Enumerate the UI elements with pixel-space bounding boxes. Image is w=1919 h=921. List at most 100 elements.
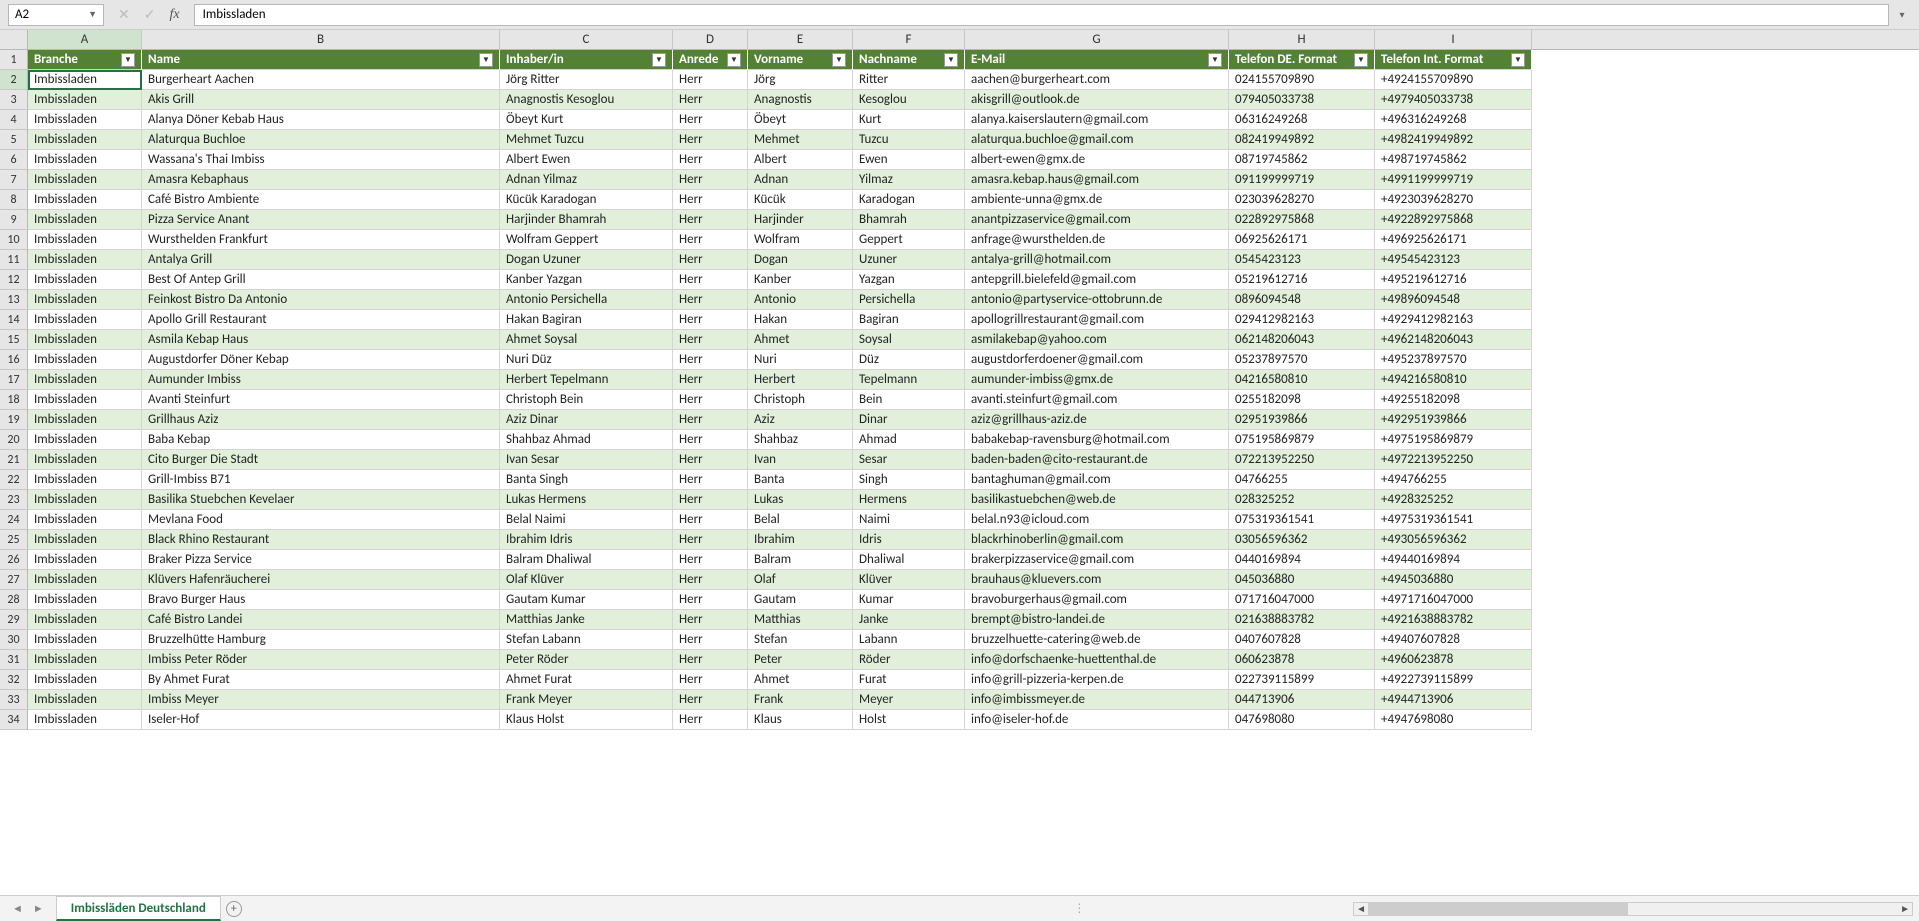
row-header[interactable]: 5 — [0, 130, 28, 150]
column-header[interactable]: C — [500, 30, 673, 49]
filter-dropdown-icon[interactable]: ▼ — [652, 53, 666, 67]
horizontal-scrollbar[interactable]: ◄ ► — [1090, 896, 1919, 921]
cell[interactable]: Imbissladen — [28, 570, 142, 590]
cell[interactable]: Kesoglou — [853, 90, 965, 110]
cell[interactable]: 075195869879 — [1229, 430, 1375, 450]
cell[interactable]: Augustdorfer Döner Kebap — [142, 350, 500, 370]
row-header[interactable]: 2 — [0, 70, 28, 90]
cell[interactable]: Balram Dhaliwal — [500, 550, 673, 570]
cell[interactable]: Basilika Stuebchen Kevelaer — [142, 490, 500, 510]
cell[interactable]: Ivan — [748, 450, 853, 470]
cell[interactable]: Herr — [673, 610, 748, 630]
row-header[interactable]: 21 — [0, 450, 28, 470]
cell[interactable]: Aziz — [748, 410, 853, 430]
cell[interactable]: Iseler-Hof — [142, 710, 500, 730]
cell[interactable]: info@dorfschaenke-huettenthal.de — [965, 650, 1229, 670]
cell[interactable]: Herr — [673, 590, 748, 610]
cell[interactable]: Burgerheart Aachen — [142, 70, 500, 90]
cell[interactable]: +493056596362 — [1375, 530, 1532, 550]
cell[interactable]: +498719745862 — [1375, 150, 1532, 170]
cell[interactable]: antalya-grill@hotmail.com — [965, 250, 1229, 270]
cell[interactable]: Herr — [673, 690, 748, 710]
cell[interactable]: Frank Meyer — [500, 690, 673, 710]
cell[interactable]: +4929412982163 — [1375, 310, 1532, 330]
cell[interactable]: Wursthelden Frankfurt — [142, 230, 500, 250]
row-header[interactable]: 28 — [0, 590, 28, 610]
row-header[interactable]: 20 — [0, 430, 28, 450]
cell[interactable]: Naimi — [853, 510, 965, 530]
cell[interactable]: Peter Röder — [500, 650, 673, 670]
cell[interactable]: 04766255 — [1229, 470, 1375, 490]
cell[interactable]: Matthias — [748, 610, 853, 630]
cell[interactable]: Banta Singh — [500, 470, 673, 490]
row-header[interactable]: 33 — [0, 690, 28, 710]
cell[interactable]: Alaturqua Buchloe — [142, 130, 500, 150]
cell[interactable]: Imbissladen — [28, 670, 142, 690]
cell[interactable]: Mevlana Food — [142, 510, 500, 530]
cell[interactable]: Antonio Persichella — [500, 290, 673, 310]
cell[interactable]: 072213952250 — [1229, 450, 1375, 470]
cell[interactable]: 023039628270 — [1229, 190, 1375, 210]
cell[interactable]: +49440169894 — [1375, 550, 1532, 570]
cell[interactable]: Harjinder Bhamrah — [500, 210, 673, 230]
cell[interactable]: Kurt — [853, 110, 965, 130]
column-header[interactable]: B — [142, 30, 500, 49]
cell[interactable]: Ritter — [853, 70, 965, 90]
filter-dropdown-icon[interactable]: ▼ — [1208, 53, 1222, 67]
name-box[interactable]: A2 ▼ — [8, 4, 104, 26]
cell[interactable]: Herr — [673, 550, 748, 570]
cell[interactable]: Herr — [673, 370, 748, 390]
chevron-down-icon[interactable]: ▼ — [88, 9, 97, 20]
row-header[interactable]: 13 — [0, 290, 28, 310]
cell[interactable]: Herr — [673, 630, 748, 650]
cell[interactable]: Banta — [748, 470, 853, 490]
cell[interactable]: Bruzzelhütte Hamburg — [142, 630, 500, 650]
cell[interactable]: Antalya Grill — [142, 250, 500, 270]
cell[interactable]: Akis Grill — [142, 90, 500, 110]
column-header[interactable]: E — [748, 30, 853, 49]
cell[interactable]: Dogan — [748, 250, 853, 270]
cell[interactable]: Pizza Service Anant — [142, 210, 500, 230]
cell[interactable]: 028325252 — [1229, 490, 1375, 510]
cell[interactable]: basilikastuebchen@web.de — [965, 490, 1229, 510]
cell[interactable]: Peter — [748, 650, 853, 670]
cell[interactable]: blackrhinoberlin@gmail.com — [965, 530, 1229, 550]
cell[interactable]: +494766255 — [1375, 470, 1532, 490]
row-header[interactable]: 34 — [0, 710, 28, 730]
cell[interactable]: Grill-Imbiss B71 — [142, 470, 500, 490]
cell[interactable]: baden-baden@cito-restaurant.de — [965, 450, 1229, 470]
cell[interactable]: +492951939866 — [1375, 410, 1532, 430]
cell[interactable]: +4921638883782 — [1375, 610, 1532, 630]
cell[interactable]: Hakan — [748, 310, 853, 330]
cell[interactable]: Belal Naimi — [500, 510, 673, 530]
cell[interactable]: Imbissladen — [28, 410, 142, 430]
column-header[interactable]: D — [673, 30, 748, 49]
cell[interactable]: Stefan — [748, 630, 853, 650]
cell[interactable]: Herr — [673, 90, 748, 110]
row-header[interactable]: 8 — [0, 190, 28, 210]
cell[interactable]: +4947698080 — [1375, 710, 1532, 730]
table-header-cell[interactable]: Anrede▼ — [673, 50, 748, 70]
cell[interactable]: Bagiran — [853, 310, 965, 330]
cell[interactable]: alaturqua.buchloe@gmail.com — [965, 130, 1229, 150]
sheet-nav-prev-icon[interactable]: ◄ — [12, 902, 23, 915]
table-header-cell[interactable]: Telefon Int. Format▼ — [1375, 50, 1532, 70]
cell[interactable]: Adnan — [748, 170, 853, 190]
row-header[interactable]: 17 — [0, 370, 28, 390]
cell[interactable]: Soysal — [853, 330, 965, 350]
cell[interactable]: Imbissladen — [28, 530, 142, 550]
cell[interactable]: +4979405033738 — [1375, 90, 1532, 110]
cell[interactable]: anfrage@wursthelden.de — [965, 230, 1229, 250]
row-header[interactable]: 29 — [0, 610, 28, 630]
sheet-nav-next-icon[interactable]: ► — [33, 902, 44, 915]
cell[interactable]: Imbissladen — [28, 110, 142, 130]
cell[interactable]: 060623878 — [1229, 650, 1375, 670]
cell[interactable]: Antonio — [748, 290, 853, 310]
cell[interactable]: Dinar — [853, 410, 965, 430]
cell[interactable]: Imbissladen — [28, 210, 142, 230]
confirm-icon[interactable]: ✓ — [144, 6, 156, 23]
cell[interactable]: augustdorferdoener@gmail.com — [965, 350, 1229, 370]
cell[interactable]: +496925626171 — [1375, 230, 1532, 250]
cell[interactable]: Shahbaz — [748, 430, 853, 450]
cell[interactable]: Ewen — [853, 150, 965, 170]
